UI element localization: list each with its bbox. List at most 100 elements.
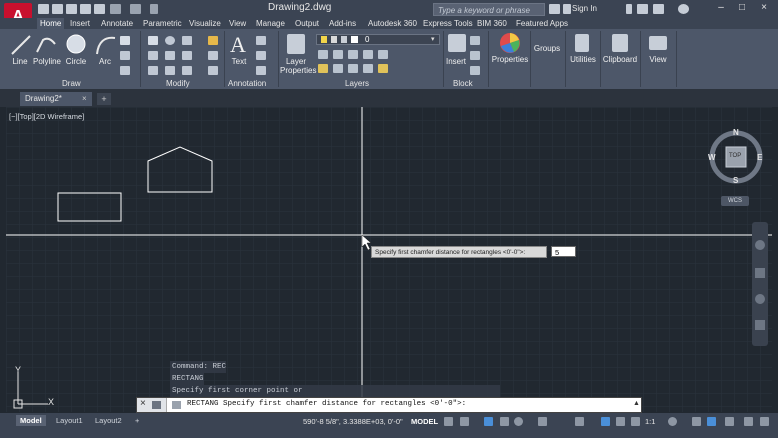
tab-home[interactable]: Home bbox=[37, 18, 65, 29]
zoom-icon[interactable] bbox=[755, 294, 765, 304]
polar-tracking-icon[interactable] bbox=[514, 417, 523, 426]
annotation-visibility-icon[interactable] bbox=[601, 417, 610, 426]
offset-icon[interactable] bbox=[208, 66, 218, 75]
wcs-menu[interactable]: WCS bbox=[721, 196, 749, 206]
circle-icon[interactable] bbox=[65, 33, 87, 55]
move-icon[interactable] bbox=[148, 36, 158, 45]
workspace-dropdown-icon[interactable] bbox=[150, 4, 158, 14]
layer-tool-icon[interactable] bbox=[333, 64, 343, 73]
compass-east[interactable]: E bbox=[757, 153, 762, 162]
clipboard-label[interactable]: Clipboard bbox=[602, 55, 638, 64]
layout-tab-layout2[interactable]: Layout2 bbox=[91, 415, 126, 426]
hatch-icon[interactable] bbox=[120, 51, 130, 60]
model-space-toggle[interactable]: MODEL bbox=[411, 417, 438, 426]
layer-tool-icon[interactable] bbox=[363, 64, 373, 73]
close-tab-icon[interactable]: × bbox=[82, 92, 87, 106]
stretch-icon[interactable] bbox=[148, 66, 158, 75]
grid-icon[interactable] bbox=[444, 417, 453, 426]
polyline-icon[interactable] bbox=[35, 34, 57, 56]
tab-output[interactable]: Output bbox=[292, 18, 322, 29]
add-layout-button[interactable]: + bbox=[131, 415, 143, 426]
save-icon[interactable] bbox=[66, 4, 77, 14]
groups-label[interactable]: Groups bbox=[532, 44, 562, 53]
saveas-icon[interactable] bbox=[80, 4, 91, 14]
utilities-label[interactable]: Utilities bbox=[568, 55, 598, 64]
signin-button[interactable]: Sign In bbox=[572, 4, 597, 13]
text-icon[interactable]: A bbox=[230, 32, 246, 58]
document-tab[interactable]: Drawing2* × bbox=[20, 92, 92, 106]
binoculars-icon[interactable] bbox=[549, 4, 560, 14]
tab-view[interactable]: View bbox=[226, 18, 249, 29]
signin-dropdown-icon[interactable] bbox=[626, 4, 632, 14]
exchange-icon[interactable] bbox=[637, 4, 648, 14]
dynamic-input-field[interactable]: 5 bbox=[551, 246, 576, 257]
tab-visualize[interactable]: Visualize bbox=[186, 18, 224, 29]
tab-manage[interactable]: Manage bbox=[253, 18, 288, 29]
steering-wheel-icon[interactable] bbox=[755, 240, 765, 250]
dimension-icon[interactable] bbox=[256, 36, 266, 45]
tab-express-tools[interactable]: Express Tools bbox=[420, 18, 476, 29]
layout-tab-model[interactable]: Model bbox=[16, 415, 46, 426]
compass-south[interactable]: S bbox=[733, 176, 738, 185]
explode-icon[interactable] bbox=[208, 51, 218, 60]
rectangle-icon[interactable] bbox=[120, 36, 130, 45]
layer-tool-icon[interactable] bbox=[348, 64, 358, 73]
a360-icon[interactable] bbox=[653, 4, 664, 14]
customization-menu-icon[interactable] bbox=[760, 417, 769, 426]
annotation-monitor-icon[interactable] bbox=[692, 417, 701, 426]
layers-panel-title[interactable]: Layers bbox=[345, 79, 369, 88]
mirror-icon[interactable] bbox=[165, 51, 175, 60]
autoscale-icon[interactable] bbox=[631, 417, 640, 426]
layer-tool-icon[interactable] bbox=[378, 64, 388, 73]
layer-tool-icon[interactable] bbox=[348, 50, 358, 59]
insert-block-icon[interactable] bbox=[448, 34, 466, 52]
layer-properties-label[interactable]: Layer Properties bbox=[280, 57, 316, 75]
copy-icon[interactable] bbox=[148, 51, 158, 60]
workspace-gear-icon[interactable] bbox=[668, 417, 677, 426]
layer-tool-icon[interactable] bbox=[378, 50, 388, 59]
insert-label[interactable]: Insert bbox=[444, 57, 468, 66]
annotation-panel-title[interactable]: Annotation bbox=[228, 79, 266, 88]
tab-bim-360[interactable]: BIM 360 bbox=[474, 18, 510, 29]
clean-screen-icon[interactable] bbox=[744, 417, 753, 426]
table-icon[interactable] bbox=[256, 66, 266, 75]
rotate-icon[interactable] bbox=[165, 36, 175, 45]
properties-icon[interactable] bbox=[499, 32, 521, 54]
array-icon[interactable] bbox=[182, 66, 192, 75]
dynamic-input-icon[interactable] bbox=[500, 417, 509, 426]
view-label[interactable]: View bbox=[643, 55, 673, 64]
isometric-icon[interactable] bbox=[538, 417, 547, 426]
maximize-button[interactable]: □ bbox=[733, 2, 751, 14]
hardware-acceleration-icon[interactable] bbox=[725, 417, 734, 426]
orbit-icon[interactable] bbox=[755, 320, 765, 330]
object-snap-icon[interactable] bbox=[575, 417, 584, 426]
scale-icon[interactable] bbox=[165, 66, 175, 75]
layer-tool-icon[interactable] bbox=[363, 50, 373, 59]
fillet-icon[interactable] bbox=[182, 51, 192, 60]
clipboard-icon[interactable] bbox=[612, 34, 628, 52]
help-icon[interactable] bbox=[678, 4, 689, 14]
layer-tool-icon[interactable] bbox=[318, 64, 328, 73]
user-icon[interactable] bbox=[563, 4, 571, 14]
minimize-button[interactable]: – bbox=[712, 2, 730, 14]
search-input[interactable]: Type a keyword or phrase bbox=[433, 3, 545, 16]
tab-parametric[interactable]: Parametric bbox=[140, 18, 185, 29]
tab-add-ins[interactable]: Add-ins bbox=[326, 18, 359, 29]
new-icon[interactable] bbox=[38, 4, 49, 14]
snap-icon[interactable] bbox=[460, 417, 469, 426]
tab-featured-apps[interactable]: Featured Apps bbox=[513, 18, 571, 29]
pan-icon[interactable] bbox=[755, 268, 765, 278]
coordinates-readout[interactable]: 590'-8 5/8", 3.3388E+03, 0'-0" bbox=[303, 417, 403, 426]
command-line[interactable]: × RECTANG Specify first chamfer distance… bbox=[136, 397, 642, 413]
layer-tool-icon[interactable] bbox=[318, 50, 328, 59]
infer-constraints-icon[interactable] bbox=[484, 417, 493, 426]
tab-annotate[interactable]: Annotate bbox=[98, 18, 136, 29]
draw-more-icon[interactable] bbox=[120, 66, 130, 75]
line-icon[interactable] bbox=[10, 34, 32, 56]
properties-label[interactable]: Properties bbox=[490, 55, 530, 64]
viewcube-top-label[interactable]: TOP bbox=[729, 153, 741, 159]
new-tab-button[interactable]: + bbox=[97, 93, 111, 105]
layout-tab-layout1[interactable]: Layout1 bbox=[52, 415, 87, 426]
annotation-scale-value[interactable]: 1:1 bbox=[645, 417, 655, 426]
block-tool-icon[interactable] bbox=[470, 66, 480, 75]
